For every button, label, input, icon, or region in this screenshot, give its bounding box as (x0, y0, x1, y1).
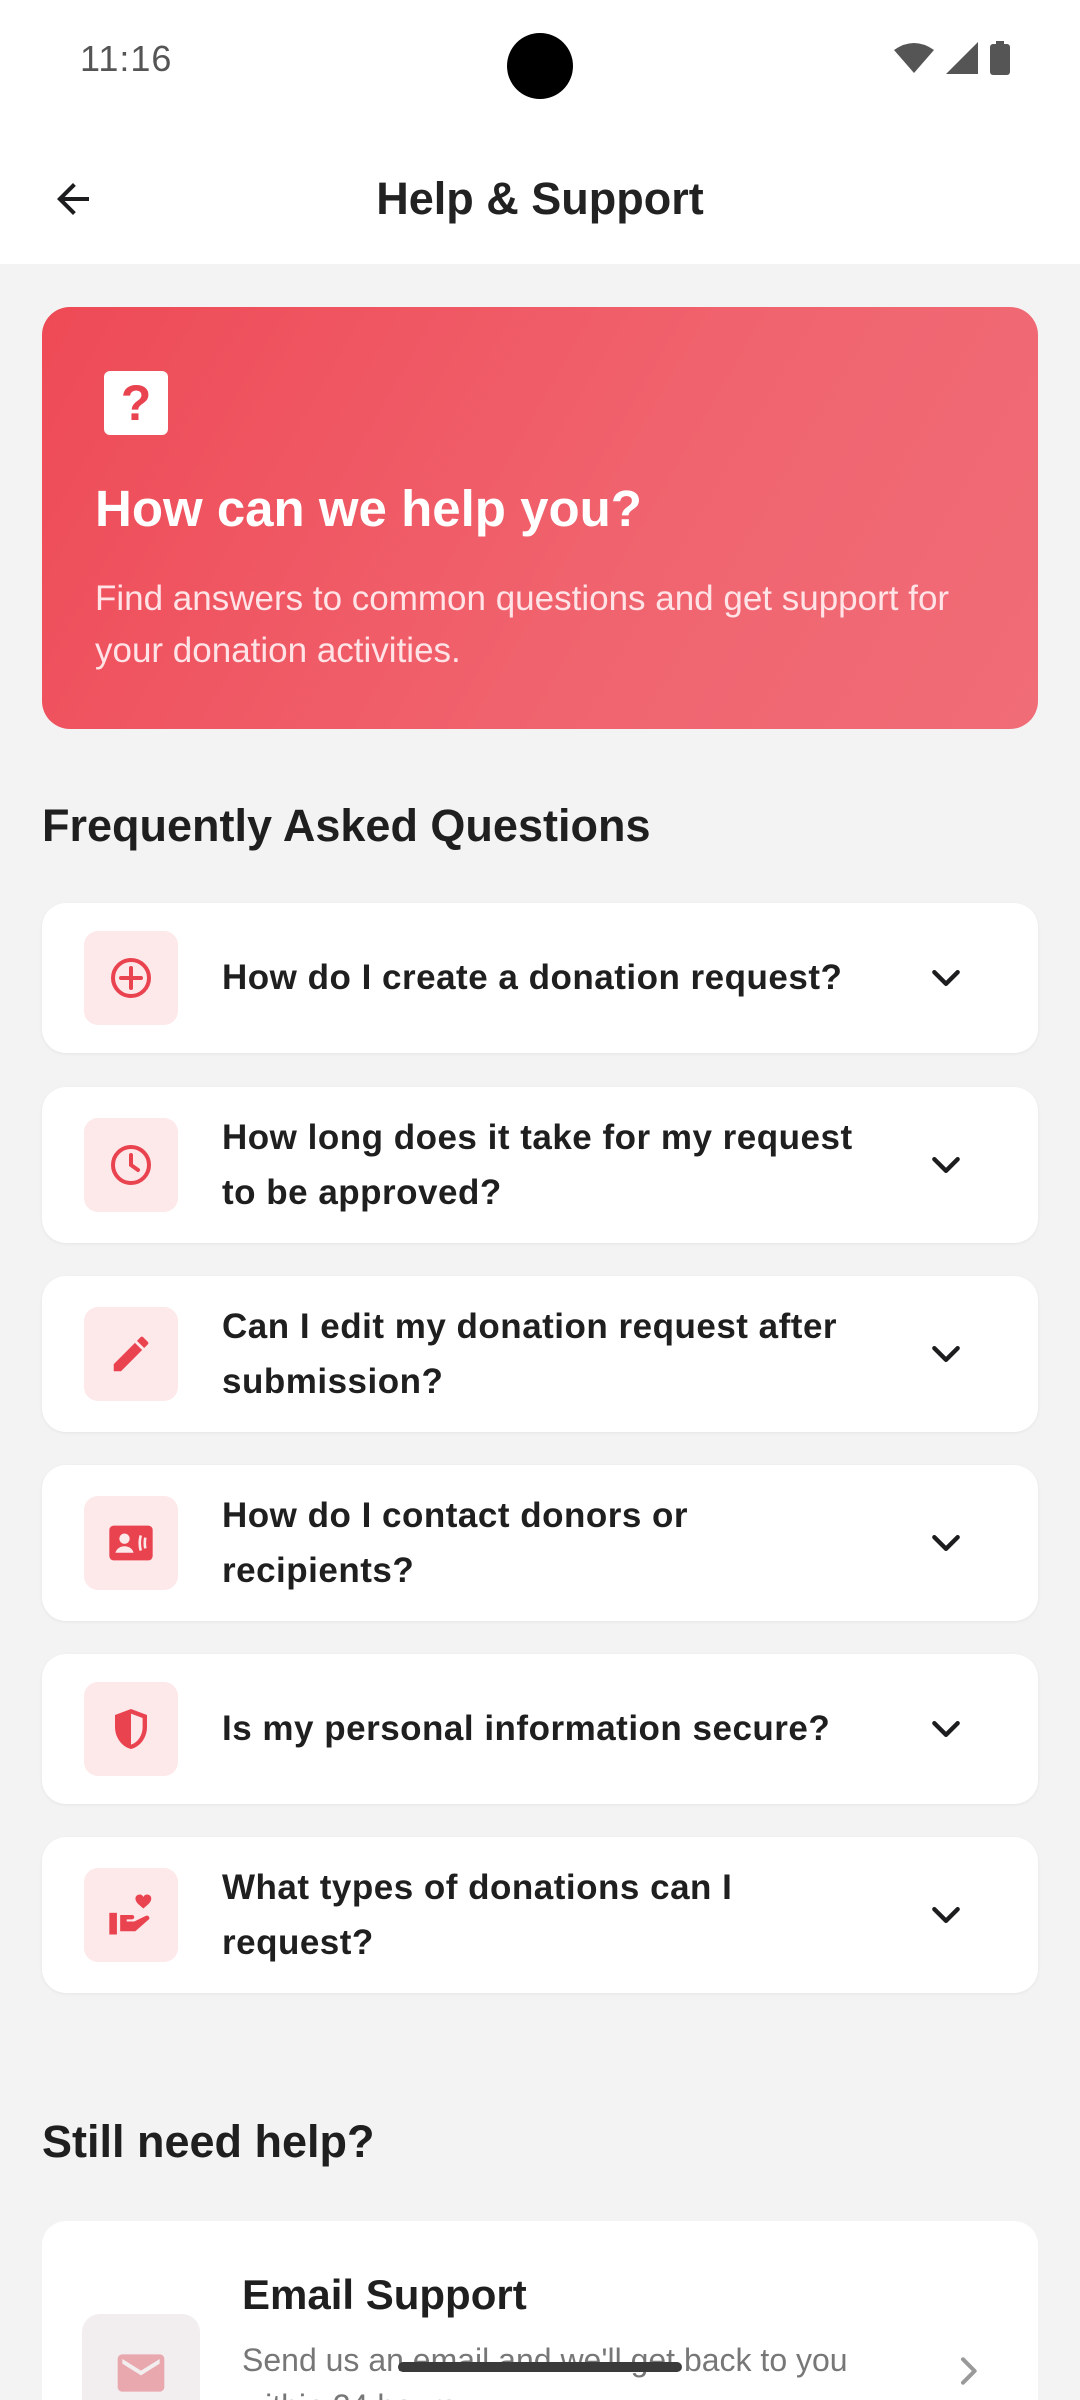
contact-card-icon (84, 1496, 178, 1590)
faq-item-edit-request[interactable]: Can I edit my donation request after sub… (42, 1276, 1038, 1432)
add-circle-icon (84, 931, 178, 1025)
chevron-down-icon[interactable] (926, 1145, 966, 1185)
faq-item-information-security[interactable]: Is my personal information secure? (42, 1654, 1038, 1804)
contact-section-title: Still need help? (42, 2116, 375, 2167)
chevron-down-icon[interactable] (926, 1334, 966, 1374)
chevron-right-icon (948, 2351, 988, 2396)
faq-question: How long does it take for my request to … (222, 1118, 853, 1212)
chevron-down-icon[interactable] (926, 1709, 966, 1749)
faq-item-contact-donors[interactable]: How do I contact donors or recipients? (42, 1465, 1038, 1621)
faq-question: Is my personal information secure? (222, 1709, 831, 1748)
faq-question: What types of donations can I request? (222, 1868, 733, 1962)
faq-item-donation-types[interactable]: What types of donations can I request? (42, 1837, 1038, 1993)
chevron-down-icon[interactable] (926, 958, 966, 998)
hero-subtitle: Find answers to common questions and get… (95, 579, 950, 670)
faq-section-title: Frequently Asked Questions (42, 800, 651, 851)
wifi-icon (894, 43, 934, 73)
home-indicator[interactable] (398, 2362, 682, 2372)
mail-icon (82, 2314, 200, 2400)
app-bar: Help & Support (0, 132, 1080, 264)
email-support-title: Email Support (242, 2271, 527, 2318)
signal-icon (946, 42, 978, 74)
help-hero-card: ? How can we help you? Find answers to c… (42, 307, 1038, 729)
help-support-screen: 11:16 Help & Support ? How can we help y… (0, 0, 1080, 2400)
clock-icon (84, 1118, 178, 1212)
help-box-icon: ? (104, 371, 168, 435)
faq-item-approval-time[interactable]: How long does it take for my request to … (42, 1087, 1038, 1243)
hero-title: How can we help you? (95, 480, 642, 537)
faq-question: How do I contact donors or recipients? (222, 1496, 689, 1590)
status-time: 11:16 (80, 38, 173, 79)
battery-icon (990, 41, 1010, 75)
status-icons (894, 40, 1010, 76)
chevron-down-icon[interactable] (926, 1895, 966, 1935)
edit-pencil-icon (84, 1307, 178, 1401)
faq-question: How do I create a donation request? (222, 958, 843, 997)
page-title: Help & Support (376, 173, 704, 224)
faq-question: Can I edit my donation request after sub… (222, 1307, 838, 1401)
faq-item-create-request[interactable]: How do I create a donation request? (42, 903, 1038, 1053)
shield-icon (84, 1682, 178, 1776)
email-support-card[interactable]: Email Support Send us an email and we'll… (42, 2221, 1038, 2400)
status-bar: 11:16 (0, 0, 1080, 132)
donation-hand-icon (84, 1868, 178, 1962)
camera-cutout (507, 33, 573, 99)
chevron-down-icon[interactable] (926, 1523, 966, 1563)
